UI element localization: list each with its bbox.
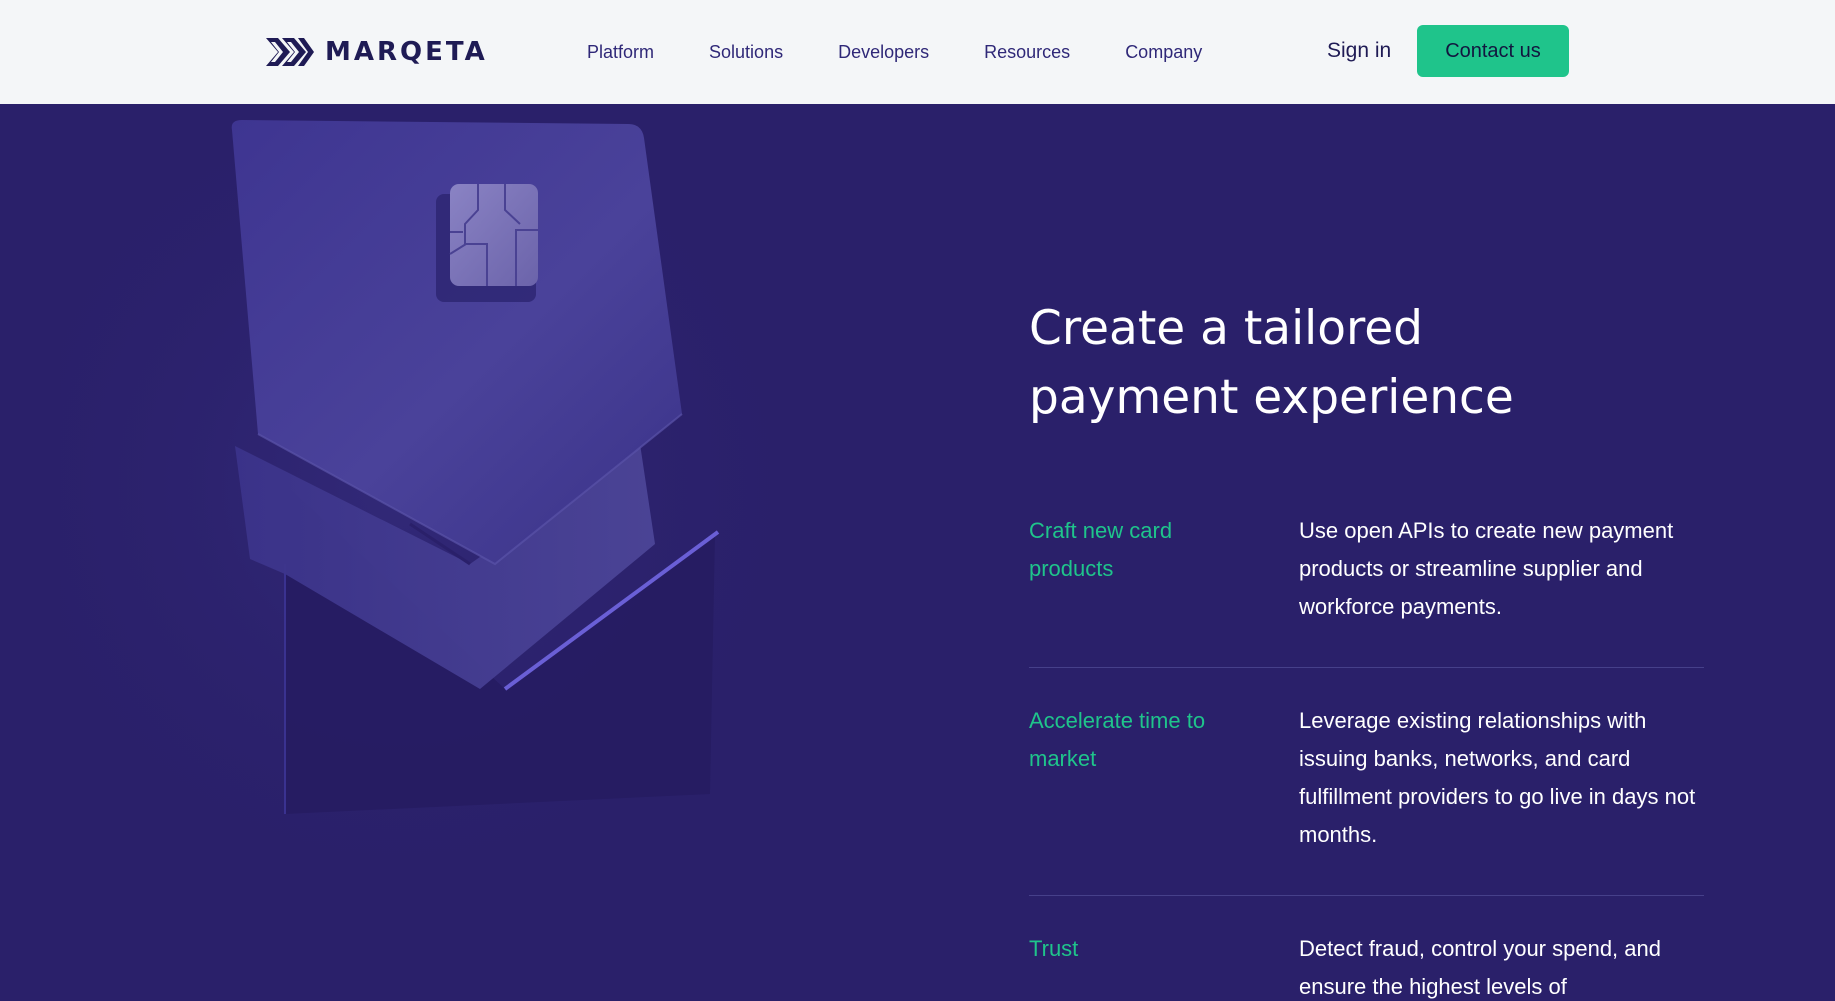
feature-row: Trust Detect fraud, control your spend, … <box>1029 896 1704 1001</box>
nav-item-developers[interactable]: Developers <box>838 39 929 65</box>
payment-card-illustration <box>60 120 820 904</box>
nav-item-resources[interactable]: Resources <box>984 39 1070 65</box>
feature-list: Craft new card products Use open APIs to… <box>1029 512 1704 1001</box>
nav-item-company[interactable]: Company <box>1125 39 1202 65</box>
feature-row: Craft new card products Use open APIs to… <box>1029 512 1704 668</box>
nav-item-solutions[interactable]: Solutions <box>709 39 783 65</box>
contact-us-button[interactable]: Contact us <box>1417 25 1569 77</box>
feature-description: Use open APIs to create new payment prod… <box>1299 518 1674 619</box>
hero-content: Create a tailored payment experience Cra… <box>1029 294 1704 999</box>
feature-title: Trust <box>1029 936 1079 961</box>
sign-in-link[interactable]: Sign in <box>1327 38 1391 64</box>
chip-icon <box>449 184 538 286</box>
nav-item-platform[interactable]: Platform <box>587 39 654 65</box>
card-illustration <box>0 104 900 1001</box>
brand-logo[interactable]: MARQETA <box>264 36 488 68</box>
feature-row: Accelerate time to market Leverage exist… <box>1029 668 1704 896</box>
hero-section: Create a tailored payment experience Cra… <box>0 104 1835 1001</box>
site-header: MARQETA Platform Solutions Developers Re… <box>0 0 1835 104</box>
feature-description: Detect fraud, control your spend, and en… <box>1299 936 1661 999</box>
feature-description: Leverage existing relationships with iss… <box>1299 708 1696 847</box>
hero-headline: Create a tailored payment experience <box>1029 301 1514 425</box>
feature-title: Accelerate time to market <box>1029 708 1206 771</box>
main-nav: Platform Solutions Developers Resources … <box>587 39 1202 65</box>
chevrons-logo-icon <box>266 38 314 66</box>
feature-title: Craft new card products <box>1029 518 1173 581</box>
brand-name: MARQETA <box>325 37 488 67</box>
